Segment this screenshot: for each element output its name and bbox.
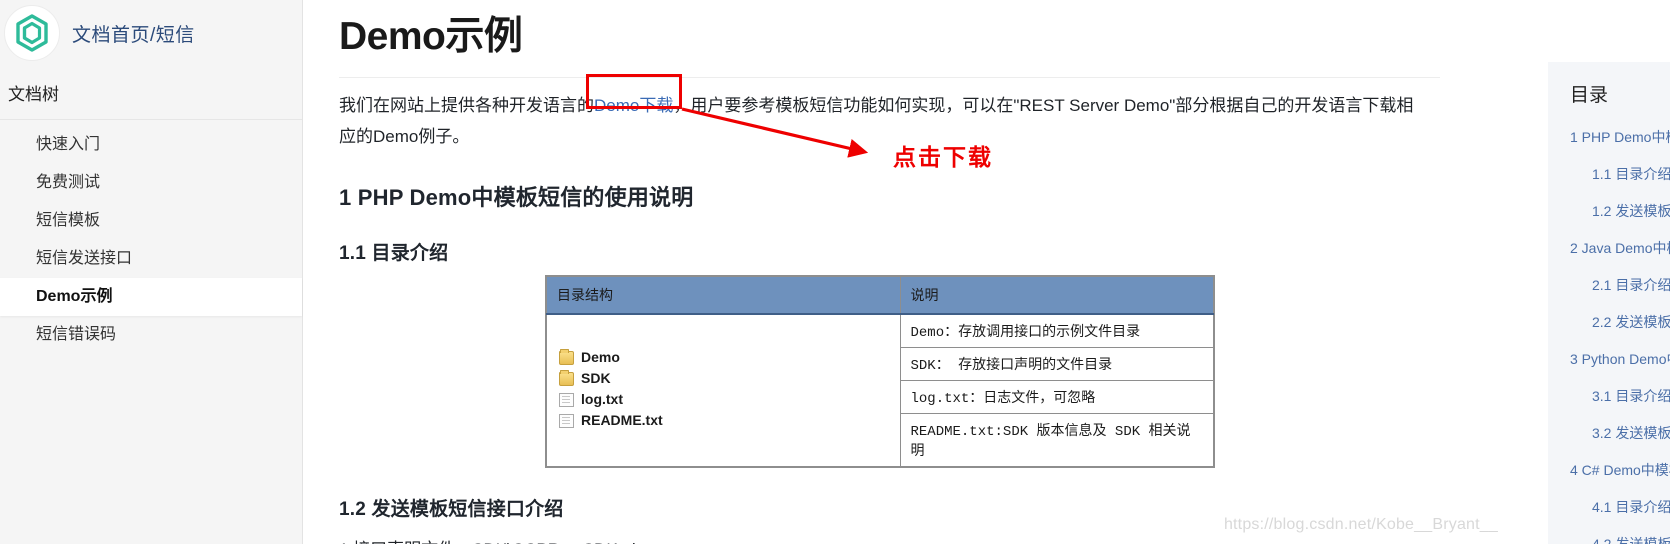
toc-item-2-1[interactable]: 2.1 目录介绍 <box>1570 277 1670 293</box>
sidebar-item-error-code[interactable]: 短信错误码 <box>0 316 302 354</box>
toc-item-2[interactable]: 2 Java Demo中模板短信的使用说明 <box>1570 240 1670 256</box>
file-name: Demo <box>581 349 620 366</box>
toc-item-4-2[interactable]: 4.2 发送模板短信接口介绍 <box>1570 536 1670 544</box>
file-name: SDK <box>581 370 611 387</box>
brand-header[interactable]: 文档首页/短信 <box>0 0 302 68</box>
demo-download-link[interactable]: Demo下载 <box>594 96 673 115</box>
file-name: README.txt <box>581 412 663 429</box>
toc-item-2-2[interactable]: 2.2 发送模板短信接口介绍 <box>1570 314 1670 330</box>
toc-item-4[interactable]: 4 C# Demo中模板短信的使用说明 <box>1570 462 1670 478</box>
toc-item-1-1[interactable]: 1.1 目录介绍 <box>1570 166 1670 182</box>
intro-paragraph: 我们在网站上提供各种开发语言的Demo下载，用户要参考模板短信功能如何实现，可以… <box>339 90 1429 152</box>
file-icon <box>559 413 574 428</box>
file-list-cell: Demo SDK log.txt README.txt <box>546 313 901 467</box>
column-header-structure: 目录结构 <box>546 275 901 315</box>
toc-item-3-2[interactable]: 3.2 发送模板短信接口介绍 <box>1570 425 1670 441</box>
page-title: Demo示例 <box>339 15 523 58</box>
description-demo: Demo：存放调用接口的示例文件目录 <box>899 313 1214 348</box>
sidebar-item-send-api[interactable]: 短信发送接口 <box>0 240 302 278</box>
sidebar-item-quickstart[interactable]: 快速入门 <box>0 126 302 164</box>
toc-item-3[interactable]: 3 Python Demo中模板短信的使用说明 <box>1570 351 1670 367</box>
file-name: log.txt <box>581 391 623 408</box>
interface-declaration-text: 1.接口声明文件：SDK\CCPRestSDK.php <box>339 535 1670 544</box>
toc-item-1[interactable]: 1 PHP Demo中模板短信的使用说明 <box>1570 129 1670 145</box>
table-of-contents: 目录 1 PHP Demo中模板短信的使用说明 1.1 目录介绍 1.2 发送模… <box>1548 62 1670 544</box>
table-header-row: 目录结构 说明 <box>546 275 1214 315</box>
documentation-page: 文档首页/短信 文档树 快速入门 免费测试 短信模板 短信发送接口 Demo示例… <box>0 0 1670 544</box>
sidebar-item-demo[interactable]: Demo示例 <box>0 278 302 316</box>
toc-item-3-1[interactable]: 3.1 目录介绍 <box>1570 388 1670 404</box>
list-item: README.txt <box>559 410 890 431</box>
annotation-label: 点击下载 <box>893 144 993 170</box>
toc-item-4-1[interactable]: 4.1 目录介绍 <box>1570 499 1670 515</box>
list-item: log.txt <box>559 389 890 410</box>
title-divider <box>339 76 1440 78</box>
description-readme: README.txt:SDK 版本信息及 SDK 相关说明 <box>899 412 1214 467</box>
section-heading-1: 1 PHP Demo中模板短信的使用说明 <box>339 184 694 210</box>
breadcrumb[interactable]: 文档首页/短信 <box>72 20 195 47</box>
column-header-description: 说明 <box>899 275 1214 315</box>
watermark: https://blog.csdn.net/Kobe__Bryant__ <box>1223 516 1498 533</box>
toc-item-1-2[interactable]: 1.2 发送模板短信接口介绍 <box>1570 203 1670 219</box>
file-icon <box>559 392 574 407</box>
toc-title: 目录 <box>1570 85 1609 106</box>
sidebar: 文档首页/短信 文档树 快速入门 免费测试 短信模板 短信发送接口 Demo示例… <box>0 0 303 544</box>
sidebar-item-sms-template[interactable]: 短信模板 <box>0 202 302 240</box>
main-content: Demo示例 我们在网站上提供各种开发语言的Demo下载，用户要参考模板短信功能… <box>303 0 1670 544</box>
sidebar-item-free-test[interactable]: 免费测试 <box>0 164 302 202</box>
folder-icon <box>559 348 574 365</box>
doc-tree-label: 文档树 <box>0 68 302 120</box>
description-log: log.txt：日志文件，可忽略 <box>899 379 1214 414</box>
directory-table: 目录结构 说明 Demo SDK log.txt README.txt Demo… <box>546 275 1214 467</box>
doc-tree-nav: 快速入门 免费测试 短信模板 短信发送接口 Demo示例 短信错误码 <box>0 120 302 354</box>
section-heading-1-1: 1.1 目录介绍 <box>339 242 449 264</box>
folder-icon <box>559 369 574 386</box>
list-item: SDK <box>559 368 890 389</box>
directory-structure-figure: 目录结构 说明 Demo SDK log.txt README.txt Demo… <box>545 274 1215 468</box>
intro-text-before: 我们在网站上提供各种开发语言的 <box>339 95 594 115</box>
table-row: Demo SDK log.txt README.txt Demo：存放调用接口的… <box>546 313 1214 467</box>
hexagon-logo-icon <box>4 5 60 61</box>
description-sdk: SDK： 存放接口声明的文件目录 <box>899 346 1214 381</box>
list-item: Demo <box>559 347 890 368</box>
